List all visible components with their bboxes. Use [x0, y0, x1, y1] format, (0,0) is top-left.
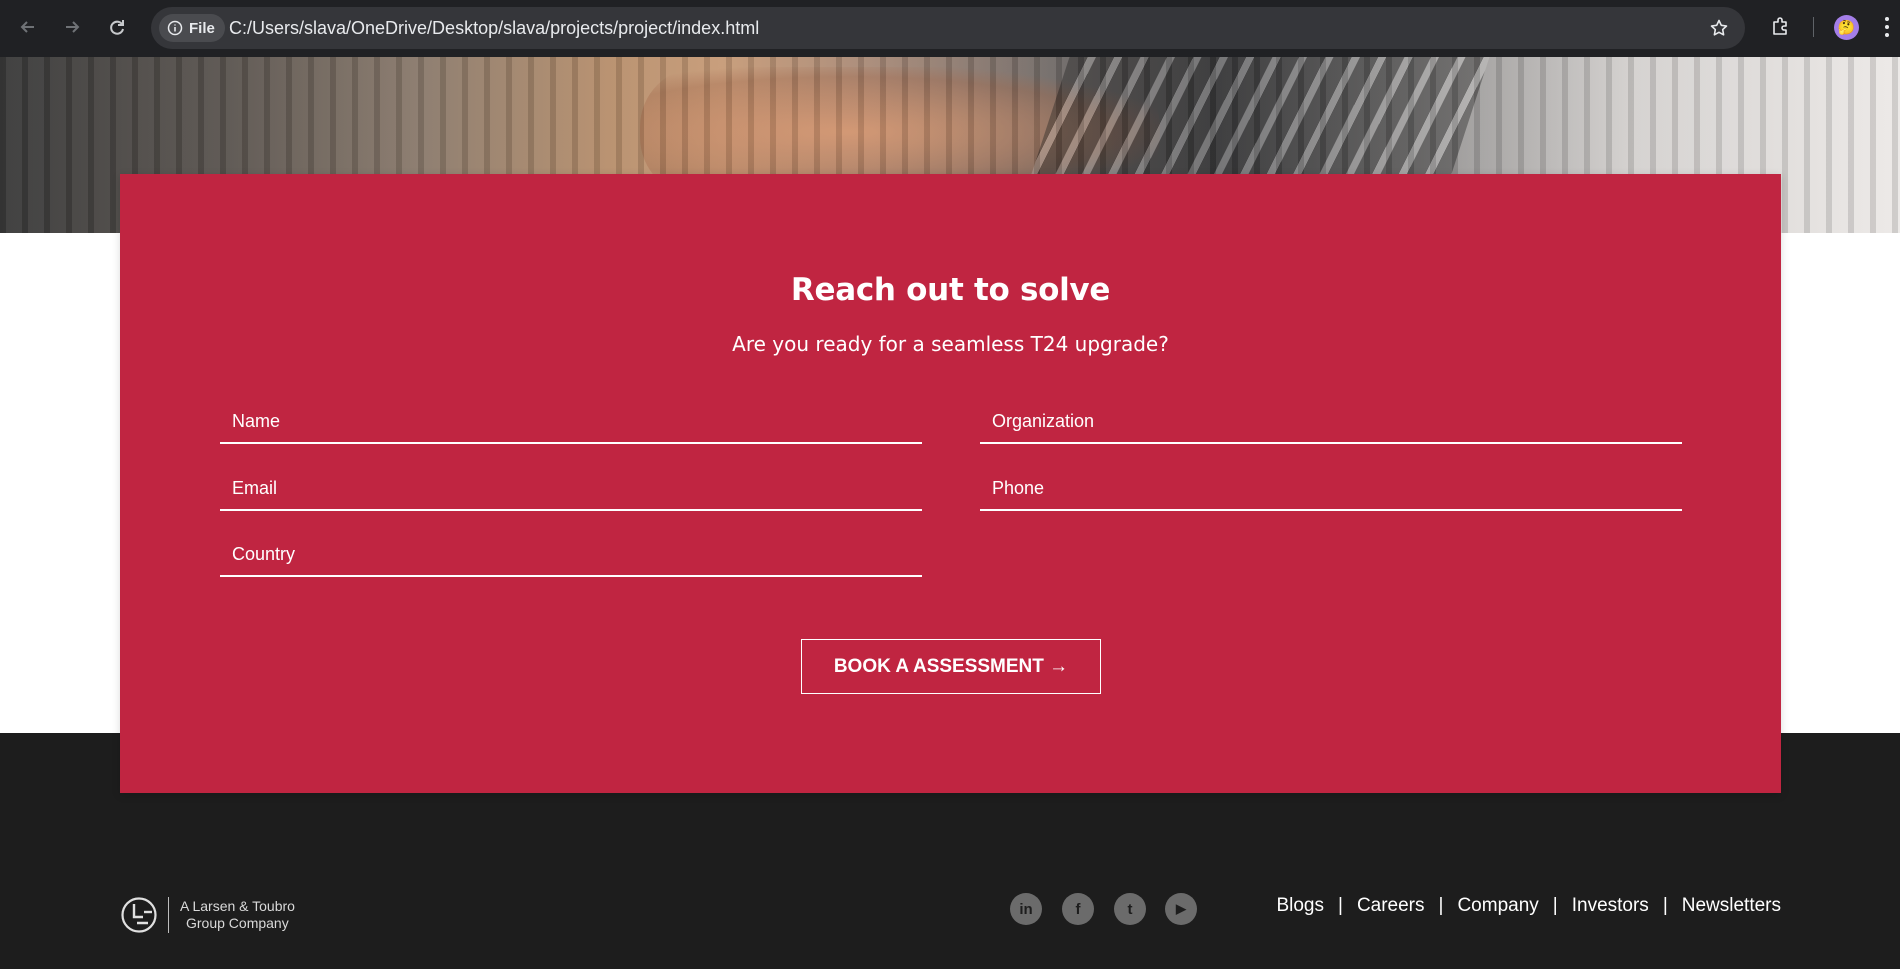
file-chip-label: File	[189, 19, 215, 37]
address-bar[interactable]: File C:/Users/slava/OneDrive/Desktop/sla…	[151, 7, 1745, 49]
country-input[interactable]	[220, 533, 922, 575]
footer-nav: Blogs | Careers | Company | Investors | …	[1276, 895, 1781, 917]
footer-link-separator: |	[1438, 895, 1444, 916]
facebook-icon[interactable]: f	[1062, 893, 1094, 925]
twitter-icon[interactable]: t	[1114, 893, 1146, 925]
footer-link-separator: |	[1338, 895, 1343, 916]
toolbar-divider	[1813, 17, 1814, 37]
footer-link-blogs[interactable]: Blogs	[1276, 895, 1324, 917]
name-field-wrapper	[220, 400, 922, 444]
contact-subtitle: Are you ready for a seamless T24 upgrade…	[732, 332, 1169, 356]
phone-field-wrapper	[980, 467, 1682, 511]
youtube-icon[interactable]: ▶	[1165, 893, 1197, 925]
url-text[interactable]: C:/Users/slava/OneDrive/Desktop/slava/pr…	[229, 18, 759, 39]
back-button[interactable]	[13, 12, 43, 42]
forward-arrow-icon	[66, 21, 80, 33]
lnt-emblem-icon	[121, 897, 157, 933]
lnt-logo[interactable]: A Larsen & Toubro Group Company	[120, 896, 295, 934]
footer-link-careers[interactable]: Careers	[1357, 895, 1425, 917]
logo-divider	[168, 897, 169, 933]
email-field-wrapper	[220, 467, 922, 511]
name-input[interactable]	[220, 400, 922, 442]
phone-input[interactable]	[980, 467, 1682, 509]
reload-button[interactable]	[102, 12, 132, 42]
book-assessment-button[interactable]: BOOK A ASSESSMENT →	[801, 639, 1101, 694]
footer-link-separator: |	[1662, 895, 1668, 916]
site-info-chip[interactable]: File	[159, 14, 225, 42]
footer-link-newsletters[interactable]: Newsletters	[1682, 895, 1781, 917]
contact-form-card: Reach out to solve Are you ready for a s…	[120, 174, 1781, 793]
forward-button[interactable]	[57, 12, 87, 42]
contact-title: Reach out to solve	[790, 272, 1111, 308]
extensions-puzzle-icon[interactable]	[1770, 15, 1792, 37]
organization-field-wrapper	[980, 400, 1682, 444]
bookmark-star-icon[interactable]	[1709, 18, 1729, 38]
info-icon	[167, 20, 183, 36]
reload-icon	[110, 20, 124, 35]
country-field-wrapper	[220, 533, 922, 577]
logo-text: A Larsen & Toubro Group Company	[180, 898, 295, 932]
organization-input[interactable]	[980, 400, 1682, 442]
hero-keyboard-shape	[1030, 57, 1490, 177]
back-arrow-icon	[20, 21, 34, 33]
more-menu-icon[interactable]	[1884, 16, 1890, 38]
email-input[interactable]	[220, 467, 922, 509]
browser-toolbar: File C:/Users/slava/OneDrive/Desktop/sla…	[0, 0, 1900, 57]
logo-line-2: Group Company	[186, 915, 289, 931]
linkedin-icon[interactable]: in	[1010, 893, 1042, 925]
logo-line-1: A Larsen & Toubro	[180, 898, 295, 914]
footer-link-company[interactable]: Company	[1457, 895, 1538, 917]
footer-link-separator: |	[1552, 895, 1558, 916]
profile-avatar[interactable]: 🤔	[1834, 15, 1859, 40]
footer-link-investors[interactable]: Investors	[1572, 895, 1649, 917]
